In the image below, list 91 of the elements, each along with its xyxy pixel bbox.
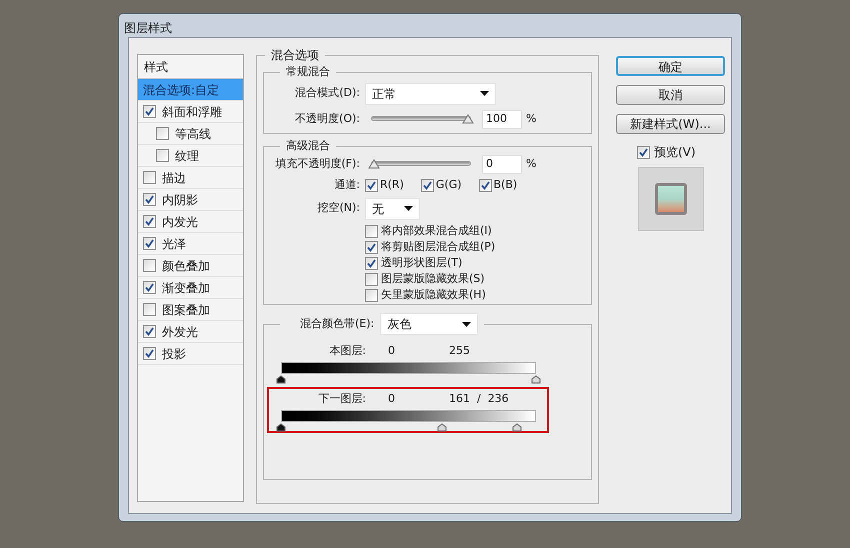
item-label: 光泽 (162, 236, 186, 252)
slider-thumb[interactable] (531, 375, 541, 384)
item-label: 内阴影 (162, 192, 198, 208)
checkbox-label: G(G) (436, 177, 462, 194)
group-title: 常规混合 (285, 64, 331, 80)
style-list-item[interactable]: 颜色叠加 (138, 255, 243, 277)
checkbox-label: B(B) (494, 177, 518, 194)
style-list-item[interactable]: 混合选项:自定 (138, 79, 243, 101)
checkbox-label: 透明形状图层(T) (381, 254, 462, 271)
item-label: 图案叠加 (162, 302, 210, 318)
style-list-item[interactable]: 光泽 (138, 233, 243, 255)
checkbox[interactable] (365, 179, 378, 192)
field-label: 混合颜色带(E): (300, 316, 374, 332)
band-value: 0 (388, 342, 395, 359)
field-label: 挖空(N): (316, 200, 360, 216)
checkbox[interactable] (365, 272, 378, 286)
checkbox-label: R(R) (380, 177, 404, 194)
checkbox[interactable] (156, 149, 169, 162)
item-label: 渐变叠加 (162, 280, 210, 296)
style-list-item[interactable]: 等高线 (138, 123, 243, 145)
checkbox[interactable] (143, 347, 156, 360)
checkbox[interactable] (637, 146, 650, 158)
gradient-slider[interactable] (276, 362, 541, 384)
checkbox[interactable] (478, 179, 492, 192)
field-label: 本图层: (328, 342, 366, 359)
item-label: 外发光 (162, 324, 198, 340)
style-list-item[interactable]: 描边 (138, 167, 243, 189)
checkbox[interactable] (156, 127, 169, 140)
checkbox[interactable] (365, 256, 378, 270)
field-label: 下一图层: (317, 390, 366, 407)
caret-icon (404, 206, 413, 211)
dialog-button[interactable]: 确定 (616, 56, 725, 76)
checkbox[interactable] (143, 105, 156, 118)
checkbox[interactable] (420, 179, 434, 192)
unit-label: % (526, 156, 536, 172)
item-label: 描边 (162, 170, 186, 186)
checkbox[interactable] (143, 303, 156, 316)
knockout-dropdown[interactable]: 无 (365, 198, 420, 220)
checkbox[interactable] (143, 171, 156, 184)
style-list-item[interactable]: 内发光 (138, 211, 243, 233)
slider-thumb[interactable] (276, 423, 286, 432)
band-value: 161 / 236 (449, 390, 509, 407)
slider-thumb[interactable] (368, 158, 380, 168)
caret-icon (462, 322, 472, 326)
checkbox[interactable] (143, 259, 156, 272)
item-label: 纹理 (175, 148, 199, 164)
field-label: 通道: (333, 177, 360, 194)
style-list-item[interactable]: 纹理 (138, 145, 243, 167)
field-label: 填充不透明度(F): (274, 156, 360, 172)
window-title: 图层样式 (123, 20, 173, 37)
checkbox[interactable] (143, 193, 156, 206)
item-label: 投影 (162, 346, 186, 362)
item-label: 内发光 (162, 214, 198, 230)
unit-label: % (526, 110, 536, 127)
style-list-item[interactable]: 内阴影 (138, 189, 243, 211)
item-label: 颜色叠加 (162, 258, 210, 274)
style-list-item[interactable]: 斜面和浮雕 (138, 101, 243, 123)
checkbox[interactable] (143, 215, 156, 228)
field-label: 混合模式(D): (294, 85, 360, 102)
checkbox[interactable] (365, 288, 378, 302)
slider-thumb[interactable] (462, 114, 474, 124)
number-field[interactable]: 0 (482, 154, 522, 174)
checkbox[interactable] (143, 237, 156, 250)
style-list-item[interactable]: 渐变叠加 (138, 277, 243, 299)
checkbox[interactable] (143, 325, 156, 338)
blend-mode-dropdown[interactable]: 正常 (365, 82, 496, 104)
dialog-button[interactable]: 取消 (616, 85, 725, 105)
group-title: 高级混合 (285, 138, 331, 154)
preview-swatch (654, 183, 686, 215)
dialog-button[interactable]: 新建样式(W)... (616, 114, 725, 134)
checkbox[interactable] (365, 224, 378, 238)
slider-thumb[interactable] (276, 375, 286, 384)
caret-icon (480, 91, 489, 96)
style-list-item[interactable]: 图案叠加 (138, 299, 243, 321)
checkbox-label: 矢里蒙版隐藏效果(H) (381, 286, 486, 303)
checkbox-label: 图层蒙版隐藏效果(S) (381, 270, 485, 287)
band-value: 255 (449, 342, 470, 359)
item-label: 等高线 (175, 126, 211, 142)
checkbox[interactable] (365, 240, 378, 254)
checkbox[interactable] (143, 281, 156, 294)
band-value: 0 (388, 390, 395, 407)
style-list-item[interactable]: 投影 (138, 343, 243, 365)
checkbox-label: 将剪贴图层混合成组(P) (381, 238, 496, 255)
checkbox-label: 预览(V) (654, 144, 696, 161)
blend-if-dropdown[interactable]: 灰色 (380, 313, 478, 335)
style-list-item[interactable]: 外发光 (138, 321, 243, 343)
number-field[interactable]: 100 (482, 110, 522, 128)
field-label: 不透明度(O): (294, 110, 360, 127)
item-label: 斜面和浮雕 (162, 104, 222, 120)
checkbox-label: 将内部效果混合成组(I) (381, 222, 492, 239)
group-title: 混合选项 (270, 47, 320, 64)
